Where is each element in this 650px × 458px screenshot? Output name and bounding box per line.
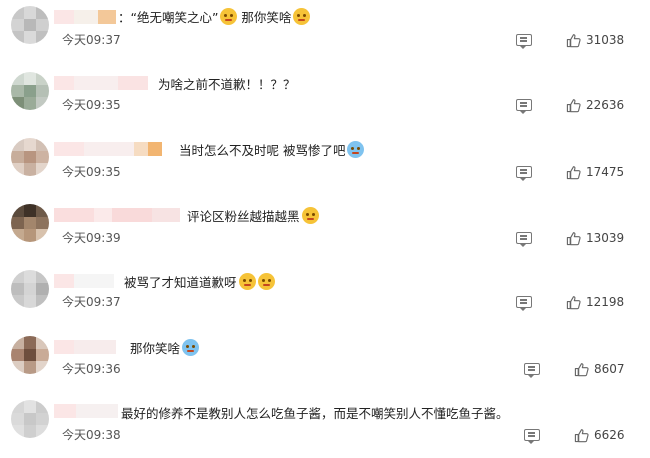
like-button[interactable]: 13039 — [566, 230, 624, 246]
timestamp: 今天09:35 — [62, 165, 121, 179]
reply-icon[interactable] — [516, 296, 532, 311]
comment-text: 评论区粉丝越描越黑 — [187, 206, 319, 225]
comment-item: 当时怎么不及时呢 被骂惨了吧 今天09:35 17475 — [0, 132, 650, 196]
like-count: 8607 — [594, 362, 625, 376]
avatar[interactable] — [11, 270, 49, 308]
reply-icon[interactable] — [516, 232, 532, 247]
username-blurred[interactable] — [54, 76, 148, 90]
username-blurred[interactable] — [54, 274, 114, 288]
comment-text: ：“绝无嘲笑之心” 那你笑啥 — [118, 7, 311, 26]
comment-item: 那你笑啥 今天09:36 8607 — [0, 330, 650, 394]
shocked-emoji — [238, 273, 256, 290]
thumbs-up-icon — [566, 165, 581, 179]
avatar[interactable] — [11, 336, 49, 374]
timestamp: 今天09:37 — [62, 295, 121, 309]
like-count: 17475 — [586, 165, 625, 179]
like-count: 6626 — [594, 428, 625, 442]
thumbs-up-icon — [566, 231, 581, 245]
timestamp: 今天09:37 — [62, 33, 121, 47]
timestamp: 今天09:39 — [62, 231, 121, 245]
smile-emoji — [301, 207, 319, 224]
like-count: 13039 — [586, 231, 625, 245]
comment-item: ：“绝无嘲笑之心” 那你笑啥 今天09:37 31038 — [0, 0, 650, 64]
username-blurred[interactable] — [54, 340, 116, 354]
like-button[interactable]: 12198 — [566, 294, 624, 310]
like-button[interactable]: 17475 — [566, 164, 624, 180]
reply-icon[interactable] — [524, 363, 540, 378]
reply-icon[interactable] — [516, 166, 532, 181]
comment-item: 为啥之前不道歉！！？？ 今天09:35 22636 — [0, 66, 650, 130]
comment-list: ：“绝无嘲笑之心” 那你笑啥 今天09:37 31038 为啥之前不道歉！！？？… — [0, 0, 650, 458]
comment-text: 被骂了才知道道歉呀 — [124, 272, 275, 291]
comment-text: 当时怎么不及时呢 被骂惨了吧 — [179, 140, 365, 159]
like-button[interactable]: 31038 — [566, 32, 624, 48]
like-button[interactable]: 8607 — [574, 361, 625, 377]
like-button[interactable]: 6626 — [574, 427, 625, 443]
avatar[interactable] — [11, 138, 49, 176]
comment-text: 最好的修养不是教别人怎么吃鱼子酱，而是不嘲笑别人不懂吃鱼子酱。 — [121, 406, 509, 421]
timestamp: 今天09:36 — [62, 362, 121, 376]
reply-icon[interactable] — [516, 34, 532, 49]
comment-text: 为啥之前不道歉！！？？ — [158, 77, 296, 92]
username-blurred[interactable] — [54, 208, 180, 222]
timestamp: 今天09:35 — [62, 98, 121, 112]
thumbs-up-icon — [574, 428, 589, 442]
comment-item: 评论区粉丝越描越黑 今天09:39 13039 — [0, 198, 650, 262]
avatar[interactable] — [11, 6, 49, 44]
like-count: 22636 — [586, 98, 625, 112]
facepalm-emoji — [182, 339, 200, 356]
like-button[interactable]: 22636 — [566, 97, 624, 113]
timestamp: 今天09:38 — [62, 428, 121, 442]
thumbs-up-icon — [574, 362, 589, 376]
shocked-emoji — [257, 273, 275, 290]
thumbs-up-icon — [566, 98, 581, 112]
username-blurred[interactable] — [54, 404, 118, 418]
thinking-emoji — [293, 8, 311, 25]
username-blurred[interactable] — [54, 10, 116, 24]
like-count: 12198 — [586, 295, 625, 309]
username-blurred[interactable] — [54, 142, 162, 156]
thumbs-up-icon — [566, 295, 581, 309]
reply-icon[interactable] — [524, 429, 540, 444]
avatar[interactable] — [11, 204, 49, 242]
like-count: 31038 — [586, 33, 625, 47]
comment-item: 最好的修养不是教别人怎么吃鱼子酱，而是不嘲笑别人不懂吃鱼子酱。 今天09:38 … — [0, 394, 650, 458]
sweat-emoji — [347, 141, 365, 158]
comment-item: 被骂了才知道道歉呀 今天09:37 12198 — [0, 264, 650, 328]
thumbs-up-icon — [566, 33, 581, 47]
avatar[interactable] — [11, 72, 49, 110]
comment-text: 那你笑啥 — [130, 338, 200, 357]
avatar[interactable] — [11, 400, 49, 438]
reply-icon[interactable] — [516, 99, 532, 114]
thinking-emoji — [220, 8, 238, 25]
